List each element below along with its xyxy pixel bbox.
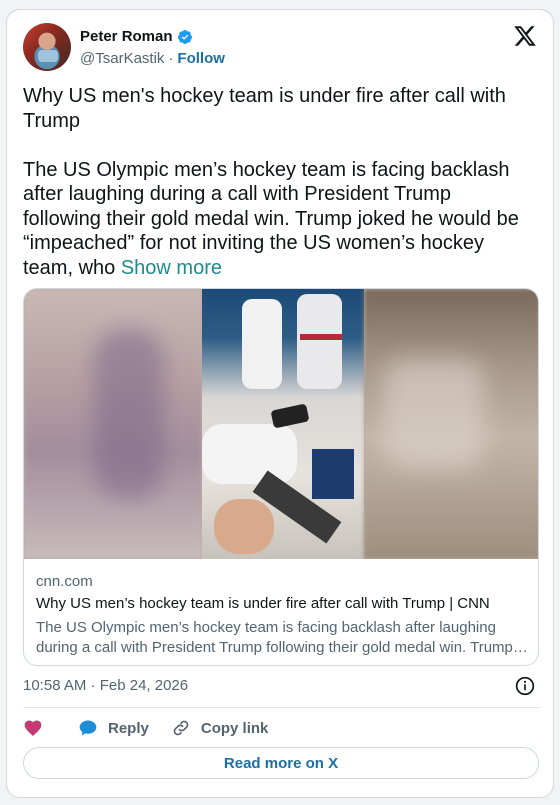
divider (23, 707, 539, 708)
separator: · (168, 50, 174, 67)
author-handle[interactable]: @TsarKastik (80, 50, 164, 67)
reply-button[interactable]: Reply (78, 718, 149, 738)
embedded-post-card: Peter Roman @TsarKastik · Follow Why US … (6, 9, 554, 798)
author-name-row: Peter Roman (80, 28, 193, 45)
info-icon[interactable] (515, 676, 535, 696)
avatar[interactable] (23, 23, 71, 71)
image-blur-left (24, 289, 202, 559)
verified-badge-icon (177, 29, 193, 45)
follow-link[interactable]: Follow (177, 50, 225, 67)
link-description: The US Olympic men’s hockey team is faci… (36, 618, 528, 658)
image-blur-right (364, 289, 538, 559)
action-bar: Reply Copy link (23, 718, 268, 738)
reply-bubble-icon (79, 720, 97, 736)
tweet-body: Why US men's hockey team is under fire a… (23, 85, 519, 279)
link-description-line1: The US Olympic men’s hockey team is faci… (36, 619, 496, 636)
author-display-name[interactable]: Peter Roman (80, 28, 173, 45)
copy-link-button[interactable]: Copy link (171, 718, 269, 738)
read-more-button[interactable]: Read more on X (23, 747, 539, 779)
heart-icon (24, 720, 42, 736)
like-button[interactable] (23, 718, 43, 738)
x-logo-icon[interactable] (513, 24, 537, 48)
author-handle-row: @TsarKastik · Follow (80, 50, 225, 67)
link-description-line2: during a call with President Trump follo… (36, 639, 528, 656)
link-domain: cnn.com (36, 573, 93, 590)
link-preview-card[interactable]: cnn.com Why US men’s hockey team is unde… (23, 288, 539, 666)
link-preview-image[interactable] (24, 289, 538, 559)
image-center-photo (202, 289, 364, 559)
link-title[interactable]: Why US men’s hockey team is under fire a… (36, 595, 490, 612)
reply-label: Reply (108, 719, 149, 737)
link-icon (173, 720, 189, 736)
copy-link-label: Copy link (200, 719, 269, 737)
tweet-text: Why US men's hockey team is under fire a… (23, 84, 533, 280)
post-timestamp[interactable]: 10:58 AM · Feb 24, 2026 (23, 677, 188, 694)
show-more-link[interactable]: Show more (121, 257, 222, 279)
